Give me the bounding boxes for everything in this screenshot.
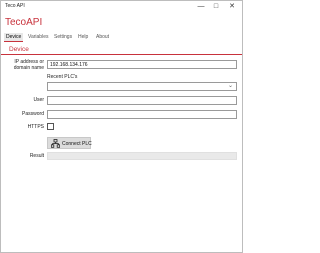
tab-bar: Device Variables Settings Help About [1,31,242,42]
result-field [47,152,237,160]
window-title: Teco API [5,3,25,9]
result-label: Result [29,153,44,159]
section-divider [1,54,242,55]
user-label: User [33,97,44,103]
maximize-icon[interactable]: □ [209,1,223,13]
app-title: TecoAPI [5,17,43,28]
ip-address-input[interactable] [47,60,237,69]
section-title: Device [9,46,29,53]
tab-settings[interactable]: Settings [52,33,74,41]
password-label: Password [22,111,44,117]
connect-plc-label: Connect PLC [62,141,92,147]
tab-help[interactable]: Help [76,33,90,41]
ip-label-line2: domain name [13,65,44,71]
network-icon [51,139,60,148]
user-input[interactable] [47,96,237,105]
connect-plc-button[interactable]: Connect PLC [47,137,92,149]
tab-device[interactable]: Device [4,33,24,42]
minimize-icon[interactable]: — [194,1,208,13]
tab-about[interactable]: About [94,33,111,41]
https-checkbox[interactable] [47,123,54,130]
password-input[interactable] [47,110,237,119]
chevron-down-icon[interactable]: ⌄ [228,83,233,90]
recent-plcs-dropdown[interactable]: ⌄ [47,82,237,91]
title-bar[interactable]: Teco API — □ ✕ [1,1,242,13]
tab-variables[interactable]: Variables [26,33,50,41]
recent-plcs-label: Recent PLC's [47,74,78,80]
app-window: Teco API — □ ✕ TecoAPI Device Variables … [0,0,243,253]
close-icon[interactable]: ✕ [225,1,239,13]
https-label: HTTPS [27,124,44,130]
